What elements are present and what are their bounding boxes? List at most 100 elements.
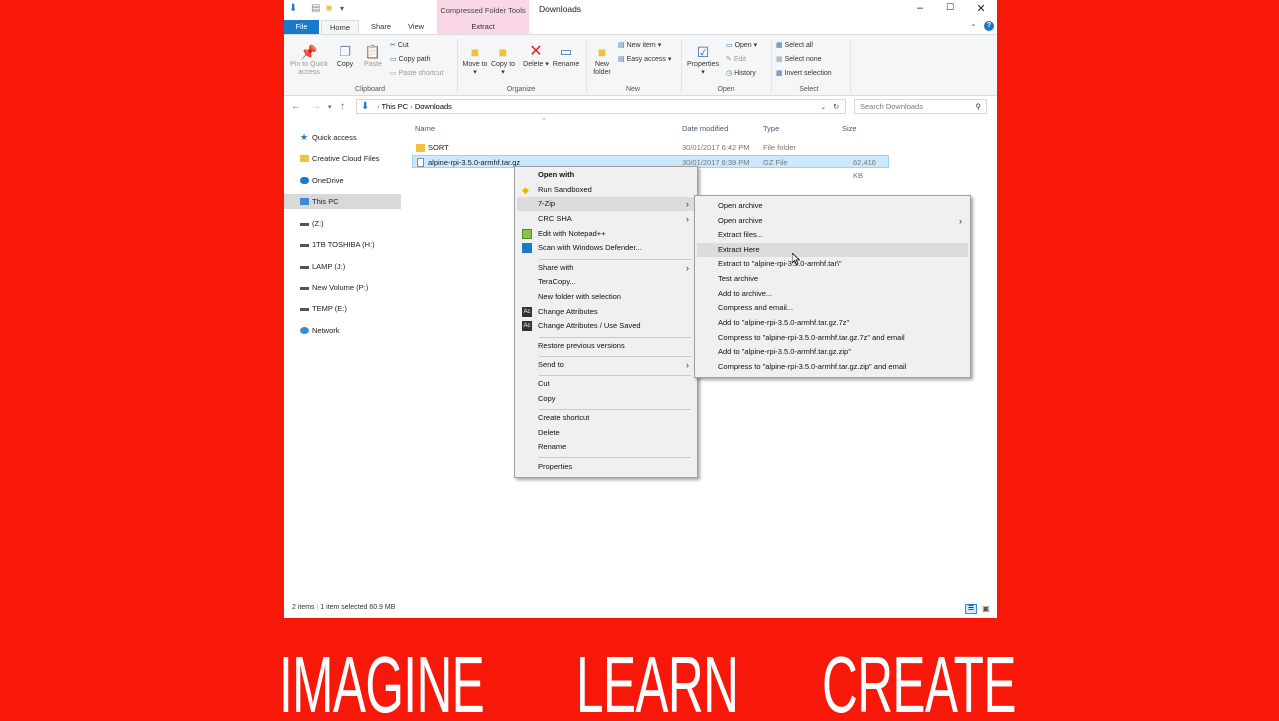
menu-item-cut[interactable]: Cut [517, 377, 695, 391]
copy-button[interactable]: ❐ Copy [333, 43, 357, 69]
menu-item-properties[interactable]: Properties [517, 460, 695, 474]
nav-this-pc[interactable]: This PC [284, 194, 401, 209]
close-button[interactable]: ✕ [974, 2, 988, 15]
breadcrumb-downloads[interactable]: Downloads [415, 102, 452, 111]
menu-item-share-with[interactable]: Share with › [517, 261, 695, 275]
nav-quick-access[interactable]: ★ Quick access [284, 130, 401, 145]
address-input[interactable]: ⬇ › This PC › Downloads ⌄ ↻ [356, 99, 846, 114]
customize-qat-icon[interactable]: ▾ [340, 3, 344, 15]
menu-item-change-attributes-saved[interactable]: Ac Change Attributes / Use Saved [517, 319, 695, 333]
folder-qat-icon[interactable]: ■ [326, 3, 332, 15]
properties-qat-icon[interactable]: ▤ [311, 3, 320, 15]
pin-icon: 📌 [300, 44, 318, 60]
table-row[interactable]: SORT 30/01/2017 6:42 PM File folder [412, 141, 889, 154]
column-header-type[interactable]: Type [763, 124, 779, 133]
nav-drive-p[interactable]: New Volume (P:) [284, 280, 401, 295]
submenu-compress-zip-email[interactable]: Compress to "alpine-rpi-3.5.0-armhf.tar.… [697, 360, 968, 374]
column-header-name[interactable]: Name [415, 124, 435, 133]
submenu-compress-7z-email[interactable]: Compress to "alpine-rpi-3.5.0-armhf.tar.… [697, 331, 968, 345]
column-header-size[interactable]: Size [842, 124, 857, 133]
sandbox-icon: ◆ [522, 185, 529, 195]
menu-item-create-shortcut[interactable]: Create shortcut [517, 411, 695, 425]
submenu-add-7z[interactable]: Add to "alpine-rpi-3.5.0-armhf.tar.gz.7z… [697, 316, 968, 330]
open-button[interactable]: ▭ Open ▾ [726, 41, 757, 49]
nav-drive-h[interactable]: 1TB TOSHIBA (H:) [284, 237, 401, 252]
submenu-open-archive-more[interactable]: Open archive › [697, 214, 968, 228]
copy-to-button[interactable]: ■ Copy to ▾ [490, 43, 516, 77]
paste-button[interactable]: 📋 Paste [360, 43, 386, 69]
menu-item-run-sandboxed[interactable]: ◆ Run Sandboxed [517, 183, 695, 197]
column-header-date[interactable]: Date modified [682, 124, 728, 133]
search-icon: ⚲ [975, 102, 982, 111]
menu-item-defender[interactable]: Scan with Windows Defender... [517, 241, 695, 255]
breadcrumb-this-pc[interactable]: This PC [381, 102, 408, 111]
rename-button[interactable]: ▭ Rename [550, 43, 582, 69]
delete-button[interactable]: ✕ Delete ▾ [522, 43, 550, 69]
edit-button[interactable]: ✎ Edit [726, 55, 746, 63]
submenu-add-zip[interactable]: Add to "alpine-rpi-3.5.0-armhf.tar.gz.zi… [697, 345, 968, 359]
cut-button[interactable]: ✂ Cut [390, 41, 409, 49]
search-input[interactable]: Search Downloads ⚲ [854, 99, 987, 114]
properties-button[interactable]: ☑ Properties ▾ [684, 43, 722, 77]
up-arrow-icon[interactable]: ↑ [340, 101, 345, 112]
select-all-button[interactable]: ▦ Select all [776, 41, 813, 49]
submenu-test-archive[interactable]: Test archive [697, 272, 968, 286]
details-view-icon[interactable]: ☰ [965, 604, 977, 614]
scissors-icon: ✂ [390, 42, 396, 49]
menu-item-delete[interactable]: Delete [517, 426, 695, 440]
collapse-ribbon-icon[interactable]: ⌃ [970, 23, 977, 32]
menu-item-teracopy[interactable]: TeraCopy... [517, 275, 695, 289]
nav-onedrive[interactable]: OneDrive [284, 173, 401, 188]
help-icon[interactable]: ? [984, 21, 994, 31]
new-folder-button[interactable]: ■ New folder [589, 43, 615, 77]
status-selection: 1 item selected 60.9 MB [320, 604, 396, 611]
submenu-extract-here[interactable]: Extract Here [697, 243, 968, 257]
menu-item-change-attributes[interactable]: Ac Change Attributes [517, 305, 695, 319]
history-button[interactable]: ◷ History [726, 69, 756, 77]
recent-chevron-icon[interactable]: ▾ [328, 103, 332, 111]
tab-home[interactable]: Home [321, 20, 359, 34]
menu-item-copy[interactable]: Copy [517, 392, 695, 406]
tab-share[interactable]: Share [366, 20, 396, 34]
select-none-button[interactable]: ▦ Select none [776, 55, 822, 63]
menu-item-7zip[interactable]: 7-Zip › [517, 197, 695, 211]
refresh-icon[interactable]: ↻ [833, 100, 839, 113]
submenu-add-to-archive[interactable]: Add to archive... [697, 287, 968, 301]
back-arrow-icon[interactable]: ← [291, 101, 301, 112]
move-to-button[interactable]: ■ Move to ▾ [462, 43, 488, 77]
paste-shortcut-button[interactable]: ▭ Paste shortcut [390, 69, 443, 77]
new-group-label: New [625, 86, 640, 93]
submenu-compress-email[interactable]: Compress and email... [697, 301, 968, 315]
tab-view[interactable]: View [402, 20, 430, 34]
menu-item-send-to[interactable]: Send to › [517, 358, 695, 372]
copy-path-button[interactable]: ▭ Copy path [390, 55, 431, 63]
large-icons-view-icon[interactable]: ▣ [980, 604, 992, 614]
menu-item-notepad[interactable]: Edit with Notepad++ [517, 227, 695, 241]
new-item-button[interactable]: ▤ New item ▾ [618, 41, 661, 49]
nav-drive-e[interactable]: TEMP (E:) [284, 301, 401, 316]
menu-item-crc-sha[interactable]: CRC SHA › [517, 212, 695, 226]
minimize-button[interactable]: – [913, 2, 927, 14]
submenu-extract-to[interactable]: Extract to "alpine-rpi-3.5.0-armhf.tar\" [697, 257, 968, 271]
submenu-extract-files[interactable]: Extract files... [697, 228, 968, 242]
ribbon-tabs: File Home Share View ⌃ ? [284, 20, 997, 34]
easy-access-button[interactable]: ▤ Easy access ▾ [618, 55, 671, 63]
tab-file[interactable]: File [284, 20, 319, 34]
invert-selection-button[interactable]: ▦ Invert selection [776, 69, 832, 77]
search-placeholder: Search Downloads [860, 102, 923, 111]
menu-separator [539, 259, 691, 260]
nav-drive-j[interactable]: LAMP (J:) [284, 259, 401, 274]
menu-item-rename[interactable]: Rename [517, 440, 695, 454]
attributes-icon: Ac [522, 307, 532, 317]
maximize-button[interactable]: ☐ [943, 2, 957, 13]
menu-item-restore-versions[interactable]: Restore previous versions [517, 339, 695, 353]
address-dropdown-icon[interactable]: ⌄ [820, 100, 826, 113]
menu-item-open-with[interactable]: Open with [517, 168, 695, 182]
menu-item-new-folder-selection[interactable]: New folder with selection [517, 290, 695, 304]
nav-drive-z[interactable]: (Z:) [284, 216, 401, 231]
pin-quick-access-button[interactable]: 📌 Pin to Quick access [287, 43, 331, 77]
submenu-open-archive[interactable]: Open archive [697, 199, 968, 213]
nav-creative-cloud[interactable]: Creative Cloud Files [284, 151, 401, 166]
forward-arrow-icon[interactable]: → [311, 101, 321, 112]
nav-network[interactable]: Network [284, 323, 401, 338]
